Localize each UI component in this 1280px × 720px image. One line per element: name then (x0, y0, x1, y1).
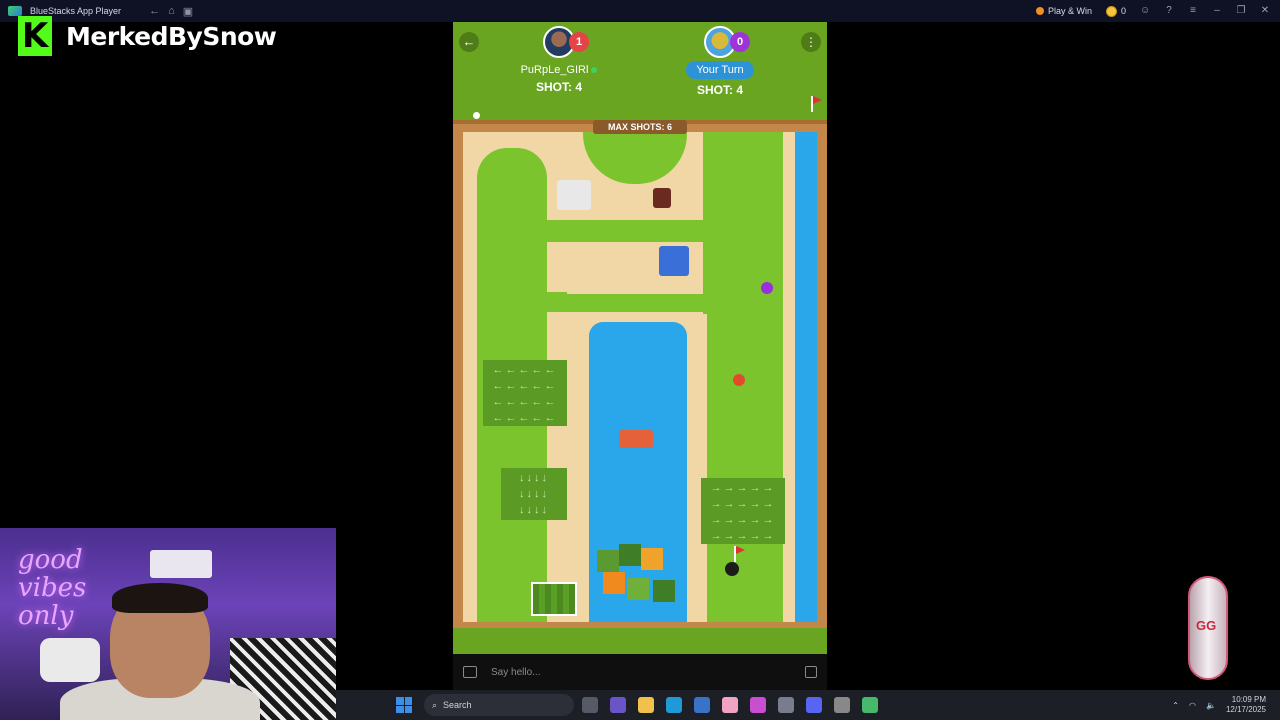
titlebar-right: Play & Win 0 ☺ ? ≡ – ❐ ✕ (1035, 0, 1270, 22)
more-menu-button[interactable]: ⋮ (801, 32, 821, 52)
taskbar-search[interactable]: ⌕ Search (424, 694, 574, 716)
edge-icon[interactable] (666, 697, 682, 713)
app-icon[interactable] (722, 697, 738, 713)
max-shots-label: MAX SHOTS: 6 (593, 120, 687, 134)
teams-icon[interactable] (610, 697, 626, 713)
file-explorer-icon[interactable] (638, 697, 654, 713)
chat-input[interactable]: Say hello... (491, 667, 540, 678)
boat-obstacle (619, 430, 653, 448)
tree (627, 578, 649, 600)
hole-flag-icon (734, 546, 745, 562)
air-conditioner (150, 550, 212, 578)
green-top (583, 132, 687, 184)
goal-flag-icon (811, 96, 822, 112)
windows-taskbar: ⌕ Search ⌃ ◠ 🔈 10:09 PM 12/17/2025 (336, 690, 1280, 720)
back-button[interactable]: ← (459, 32, 479, 52)
chat-icon (463, 666, 477, 678)
settings-icon[interactable] (778, 697, 794, 713)
help-icon[interactable]: ? (1164, 6, 1174, 16)
player-opponent: 1 PuRpLe_GIRl SHOT: 4 (499, 26, 619, 94)
golf-hole (725, 562, 739, 576)
kick-logo-icon: K (18, 16, 52, 56)
neon-sign: good vibes only (18, 545, 87, 631)
fairway-bridge-2 (547, 292, 707, 312)
bluestacks-icon[interactable] (862, 697, 878, 713)
menu-icon[interactable]: ≡ (1188, 6, 1198, 16)
windows-start-icon[interactable] (396, 697, 412, 713)
boost-pad-left: ←←←←← ←←←←← ←←←←← ←←←←← (483, 360, 567, 426)
search-label: Search (443, 700, 472, 710)
search-icon: ⌕ (432, 699, 438, 710)
opponent-name: PuRpLe_GIRl (520, 64, 589, 76)
window-title: BlueStacks App Player (30, 6, 122, 16)
streamer-hair (112, 583, 208, 613)
restore-icon[interactable]: ❐ (1236, 6, 1246, 16)
bluestacks-logo-icon (8, 6, 22, 16)
water-river (795, 132, 817, 622)
copilot-icon[interactable] (750, 697, 766, 713)
tee-box (531, 582, 577, 616)
volume-icon[interactable]: 🔈 (1206, 701, 1216, 710)
clock-time: 10:09 PM (1231, 695, 1266, 704)
clock-date: 12/17/2025 (1225, 705, 1266, 714)
sticker-icon[interactable] (805, 666, 817, 678)
coin-count: 0 (1120, 6, 1126, 16)
opponent-shot-count: SHOT: 4 (535, 80, 582, 94)
minimize-icon[interactable]: – (1212, 6, 1222, 16)
game-header: ← ⋮ 1 PuRpLe_GIRl SHOT: 4 0 Your Turn SH… (453, 22, 827, 122)
obs-icon[interactable] (834, 697, 850, 713)
opponent-score-badge: 1 (569, 32, 589, 52)
system-tray: ⌃ ◠ 🔈 10:09 PM 12/17/2025 (1172, 690, 1266, 720)
tractor-obstacle (659, 246, 689, 276)
play-win-icon (1035, 7, 1044, 15)
chevron-up-icon[interactable]: ⌃ (1172, 701, 1179, 710)
self-score-badge: 0 (730, 32, 750, 52)
play-win-button[interactable]: Play & Win (1035, 6, 1092, 16)
discord-icon[interactable] (806, 697, 822, 713)
clock[interactable]: 10:09 PM 12/17/2025 (1226, 695, 1266, 715)
player-self: 0 Your Turn SHOT: 4 (660, 26, 780, 97)
tree (653, 580, 675, 602)
your-turn-badge: Your Turn (686, 61, 754, 79)
opponent-ball (761, 282, 773, 294)
boost-pad-right: →→→→→ →→→→→ →→→→→ →→→→→ (701, 478, 785, 544)
task-view-icon[interactable] (582, 697, 598, 713)
tree (641, 548, 663, 570)
coin-balance: 0 (1105, 5, 1126, 17)
progress-ball-icon (473, 112, 480, 119)
online-status-icon (591, 67, 598, 73)
golf-course[interactable]: ←←←←← ←←←←← ←←←←← ←←←←← ↓↓↓↓ ↓↓↓↓ ↓↓↓↓ →→→→→ →… (463, 132, 817, 622)
tree (597, 550, 619, 572)
streamer-brand: K MerkedBySnow (18, 16, 277, 56)
profile-icon[interactable]: ☺ (1140, 6, 1150, 16)
webcam-feed: good vibes only (0, 528, 336, 720)
fairway-bridge-1 (547, 220, 707, 242)
chat-bar[interactable]: Say hello... (453, 654, 827, 690)
self-shot-count: SHOT: 4 (696, 83, 743, 97)
tree (603, 572, 625, 594)
play-win-label: Play & Win (1047, 6, 1092, 16)
taskbar-apps (582, 697, 878, 713)
chicken-obstacle (653, 188, 671, 208)
side-logo-text: GG (1196, 618, 1217, 633)
coin-icon (1105, 5, 1117, 17)
opponent-name-row: PuRpLe_GIRl (499, 64, 619, 76)
wifi-icon[interactable]: ◠ (1189, 701, 1196, 710)
microphone (40, 638, 100, 682)
side-logo: GG (1188, 576, 1228, 680)
close-icon[interactable]: ✕ (1260, 6, 1270, 16)
boost-pad-down: ↓↓↓↓ ↓↓↓↓ ↓↓↓↓ (501, 468, 567, 520)
tree (619, 544, 641, 566)
streamer-name: MerkedBySnow (66, 21, 277, 51)
game-screen: ← ⋮ 1 PuRpLe_GIRl SHOT: 4 0 Your Turn SH… (453, 22, 827, 690)
player-ball[interactable] (733, 374, 745, 386)
cow-obstacle (557, 180, 591, 210)
store-icon[interactable] (694, 697, 710, 713)
